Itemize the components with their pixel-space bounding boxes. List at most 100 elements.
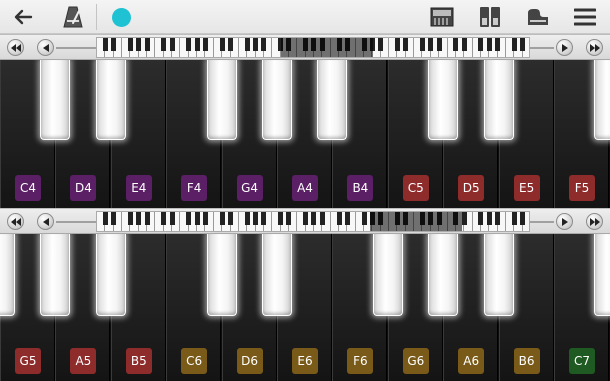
note-label: A5 (70, 348, 97, 374)
piano-sharp-key[interactable] (0, 234, 15, 316)
piano-sharp-key[interactable] (317, 60, 348, 140)
note-label: E6 (292, 348, 318, 374)
note-label: A4 (292, 175, 318, 201)
note-label: E4 (125, 175, 152, 201)
toolbar-separator (96, 4, 97, 30)
grand-piano-icon (528, 9, 548, 25)
note-label: B6 (513, 348, 540, 374)
mini-keyboard-overview[interactable] (96, 211, 530, 232)
left-icon (42, 217, 49, 226)
keyboard-icon (430, 7, 454, 27)
scroll-left-button[interactable] (37, 213, 54, 230)
mini-white-key (264, 38, 273, 57)
note-label: G5 (15, 348, 41, 374)
mini-white-key (523, 212, 529, 231)
metronome-icon (63, 6, 83, 28)
mini-white-key (206, 38, 214, 57)
note-label: E5 (513, 175, 540, 201)
right-icon (561, 217, 568, 226)
mini-white-key (172, 38, 181, 57)
metronome-button[interactable] (56, 3, 90, 31)
note-label: A6 (458, 348, 485, 374)
scroll-right-button[interactable] (556, 39, 573, 56)
keyboard-scrollbar-top[interactable] (0, 34, 610, 60)
note-label: G6 (402, 348, 429, 374)
mini-white-key (464, 212, 473, 231)
piano-sharp-key[interactable] (483, 234, 514, 316)
circle-icon (111, 7, 131, 27)
arrow-left-icon (14, 9, 33, 25)
piano-sharp-key[interactable] (428, 60, 459, 140)
menu-button[interactable] (570, 3, 600, 31)
split-keyboard-button[interactable] (476, 3, 504, 31)
mini-keyboard-overview[interactable] (96, 37, 530, 58)
note-label: D6 (236, 348, 263, 374)
mini-white-key (231, 212, 239, 231)
note-label: B4 (347, 175, 374, 201)
note-label: B5 (125, 348, 152, 374)
scroll-page-left-button[interactable] (7, 213, 24, 230)
double-left-icon (10, 217, 21, 226)
scroll-left-button[interactable] (37, 39, 54, 56)
note-label: G4 (236, 175, 263, 201)
toolbar (0, 0, 610, 34)
note-label: F4 (181, 175, 208, 201)
piano-sharp-key[interactable] (594, 60, 610, 140)
note-label: D4 (70, 175, 97, 201)
mini-white-key (264, 212, 273, 231)
piano-sharp-key[interactable] (372, 234, 403, 316)
mini-white-key (464, 38, 473, 57)
note-label: C6 (181, 348, 208, 374)
double-right-icon (589, 43, 600, 52)
double-left-icon (10, 43, 21, 52)
hamburger-menu-icon (574, 8, 596, 26)
piano-sharp-key[interactable] (40, 234, 71, 316)
mini-white-key (114, 212, 123, 231)
piano-sharp-key[interactable] (262, 234, 292, 316)
piano-sharp-key[interactable] (594, 234, 610, 316)
scroll-page-right-button[interactable] (586, 213, 603, 230)
mini-white-key (439, 38, 448, 57)
note-label: F6 (347, 348, 374, 374)
mini-white-key (172, 212, 181, 231)
split-view-icon (480, 7, 500, 27)
mini-white-key (114, 38, 123, 57)
left-icon (42, 43, 49, 52)
piano-sharp-key[interactable] (206, 60, 237, 140)
mini-white-key (231, 38, 239, 57)
piano-sharp-key[interactable] (95, 234, 126, 316)
note-label: F5 (569, 175, 595, 201)
mini-white-key (322, 212, 331, 231)
mini-white-key (406, 38, 415, 57)
keyboard-scrollbar-bottom[interactable] (0, 208, 610, 234)
note-label: C4 (15, 175, 41, 201)
mini-white-key (147, 38, 156, 57)
mini-white-key (289, 212, 298, 231)
piano-sharp-key[interactable] (95, 60, 126, 140)
piano-sharp-key[interactable] (262, 60, 292, 140)
mini-white-key (347, 212, 356, 231)
keyboard-layout-button[interactable] (428, 3, 456, 31)
back-button[interactable] (8, 3, 38, 31)
mini-white-key (498, 212, 506, 231)
right-icon (561, 43, 568, 52)
record-indicator[interactable] (108, 3, 134, 31)
piano-keyboard-lower: G5 A5 B5 C6 D6 E6 F6 G6 A6 B6 C7 (0, 234, 610, 381)
piano-sharp-key[interactable] (483, 60, 514, 140)
mini-white-key (498, 38, 506, 57)
mini-white-key (523, 38, 529, 57)
scroll-page-left-button[interactable] (7, 39, 24, 56)
double-right-icon (589, 217, 600, 226)
note-label: C5 (402, 175, 429, 201)
visible-range-indicator[interactable] (370, 212, 462, 231)
visible-range-indicator[interactable] (281, 38, 373, 57)
scroll-page-right-button[interactable] (586, 39, 603, 56)
note-label: C7 (569, 348, 595, 374)
mini-white-key (147, 212, 156, 231)
piano-sharp-key[interactable] (40, 60, 71, 140)
instrument-button[interactable] (523, 3, 553, 31)
piano-sharp-key[interactable] (206, 234, 237, 316)
scroll-right-button[interactable] (556, 213, 573, 230)
piano-sharp-key[interactable] (428, 234, 459, 316)
mini-white-key (206, 212, 214, 231)
